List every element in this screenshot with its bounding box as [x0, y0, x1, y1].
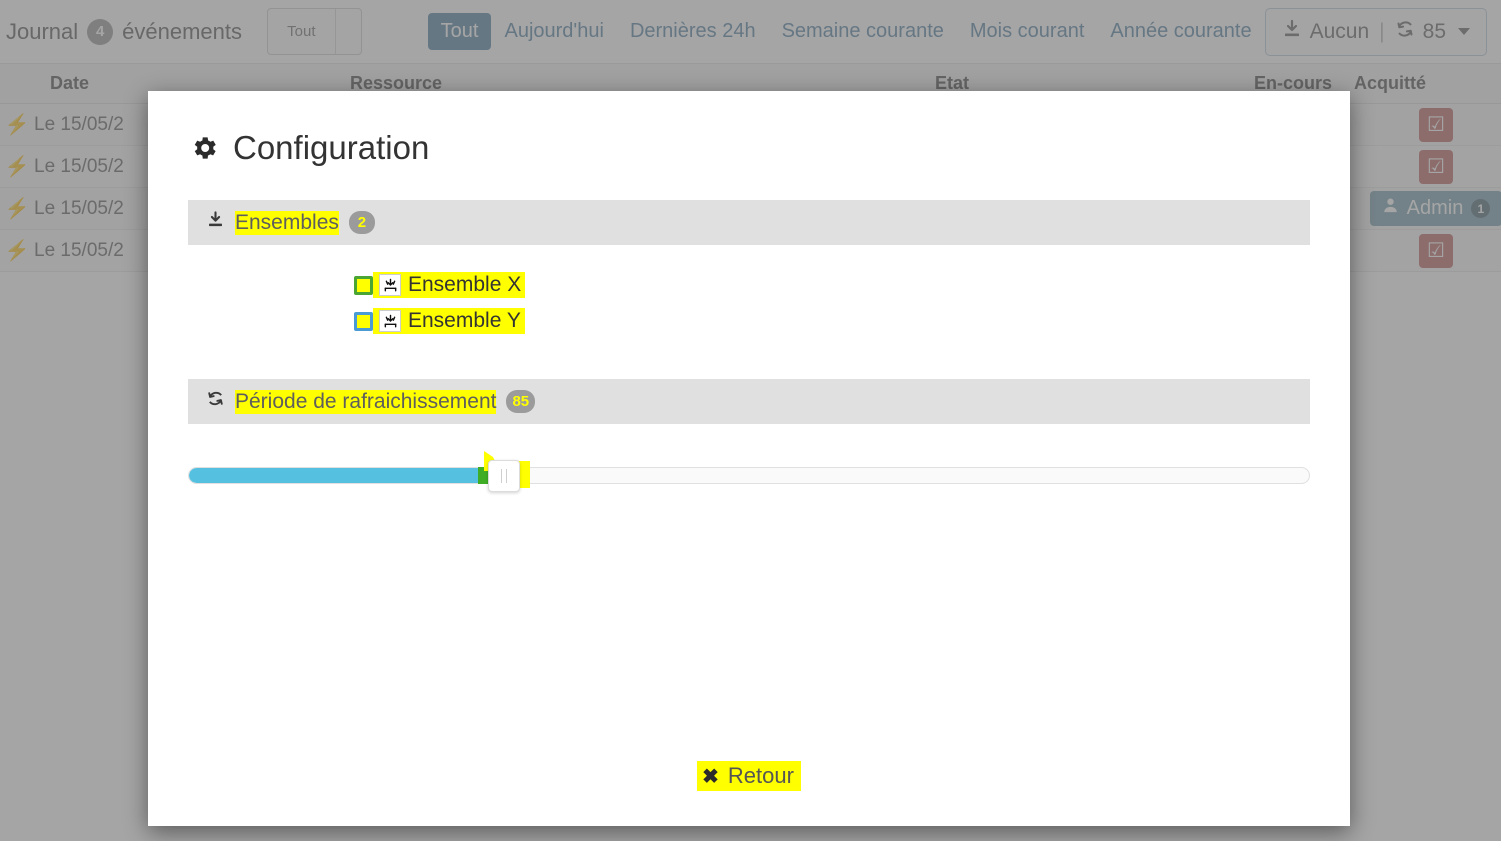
modal-title-row: Configuration	[148, 91, 1350, 167]
section-header-ensembles[interactable]: Ensembles 2	[188, 200, 1310, 245]
section-header-refresh-period[interactable]: Période de rafraichissement 85	[188, 379, 1310, 424]
app-root: Journal 4 événements Tout Tout Aujourd'h…	[0, 0, 1501, 841]
refresh-period-slider[interactable]	[188, 451, 1310, 497]
download-icon	[206, 210, 225, 235]
close-x-icon: ✖	[702, 765, 719, 788]
slider-handle[interactable]	[487, 460, 520, 492]
import-icon	[379, 310, 401, 332]
ensemble-x-checkbox[interactable]	[354, 275, 373, 295]
ensemble-y-checkbox[interactable]	[354, 311, 373, 331]
page-title: Configuration	[233, 129, 430, 166]
modal-footer: ✖ Retour	[148, 726, 1350, 826]
refresh-period-badge: 85	[506, 390, 536, 413]
ensemble-y-label: Ensemble Y	[408, 309, 521, 332]
configuration-modal: Configuration Ensembles 2 Ensemble X Ens…	[148, 91, 1350, 826]
import-icon	[379, 274, 401, 296]
list-item[interactable]: Ensemble Y	[148, 303, 1350, 339]
slider-grip-line	[500, 469, 502, 483]
list-item[interactable]: Ensemble X	[148, 267, 1350, 303]
section-label-ensembles: Ensembles	[235, 210, 339, 235]
section-label-refresh-period: Période de rafraichissement	[235, 389, 497, 414]
ensemble-x-label: Ensemble X	[408, 273, 522, 296]
slider-fill	[189, 468, 481, 483]
slider-grip-line	[505, 469, 507, 483]
refresh-icon	[206, 389, 225, 414]
ensembles-count-badge: 2	[348, 211, 375, 234]
back-button-label: Retour	[727, 763, 794, 788]
slider-track[interactable]	[188, 467, 1310, 484]
ensembles-list: Ensemble X Ensemble Y	[148, 245, 1350, 339]
ensemble-y-content: Ensemble Y	[373, 308, 525, 334]
gear-icon	[189, 133, 219, 163]
ensemble-x-content: Ensemble X	[373, 272, 526, 298]
back-button[interactable]: ✖ Retour	[697, 761, 801, 791]
